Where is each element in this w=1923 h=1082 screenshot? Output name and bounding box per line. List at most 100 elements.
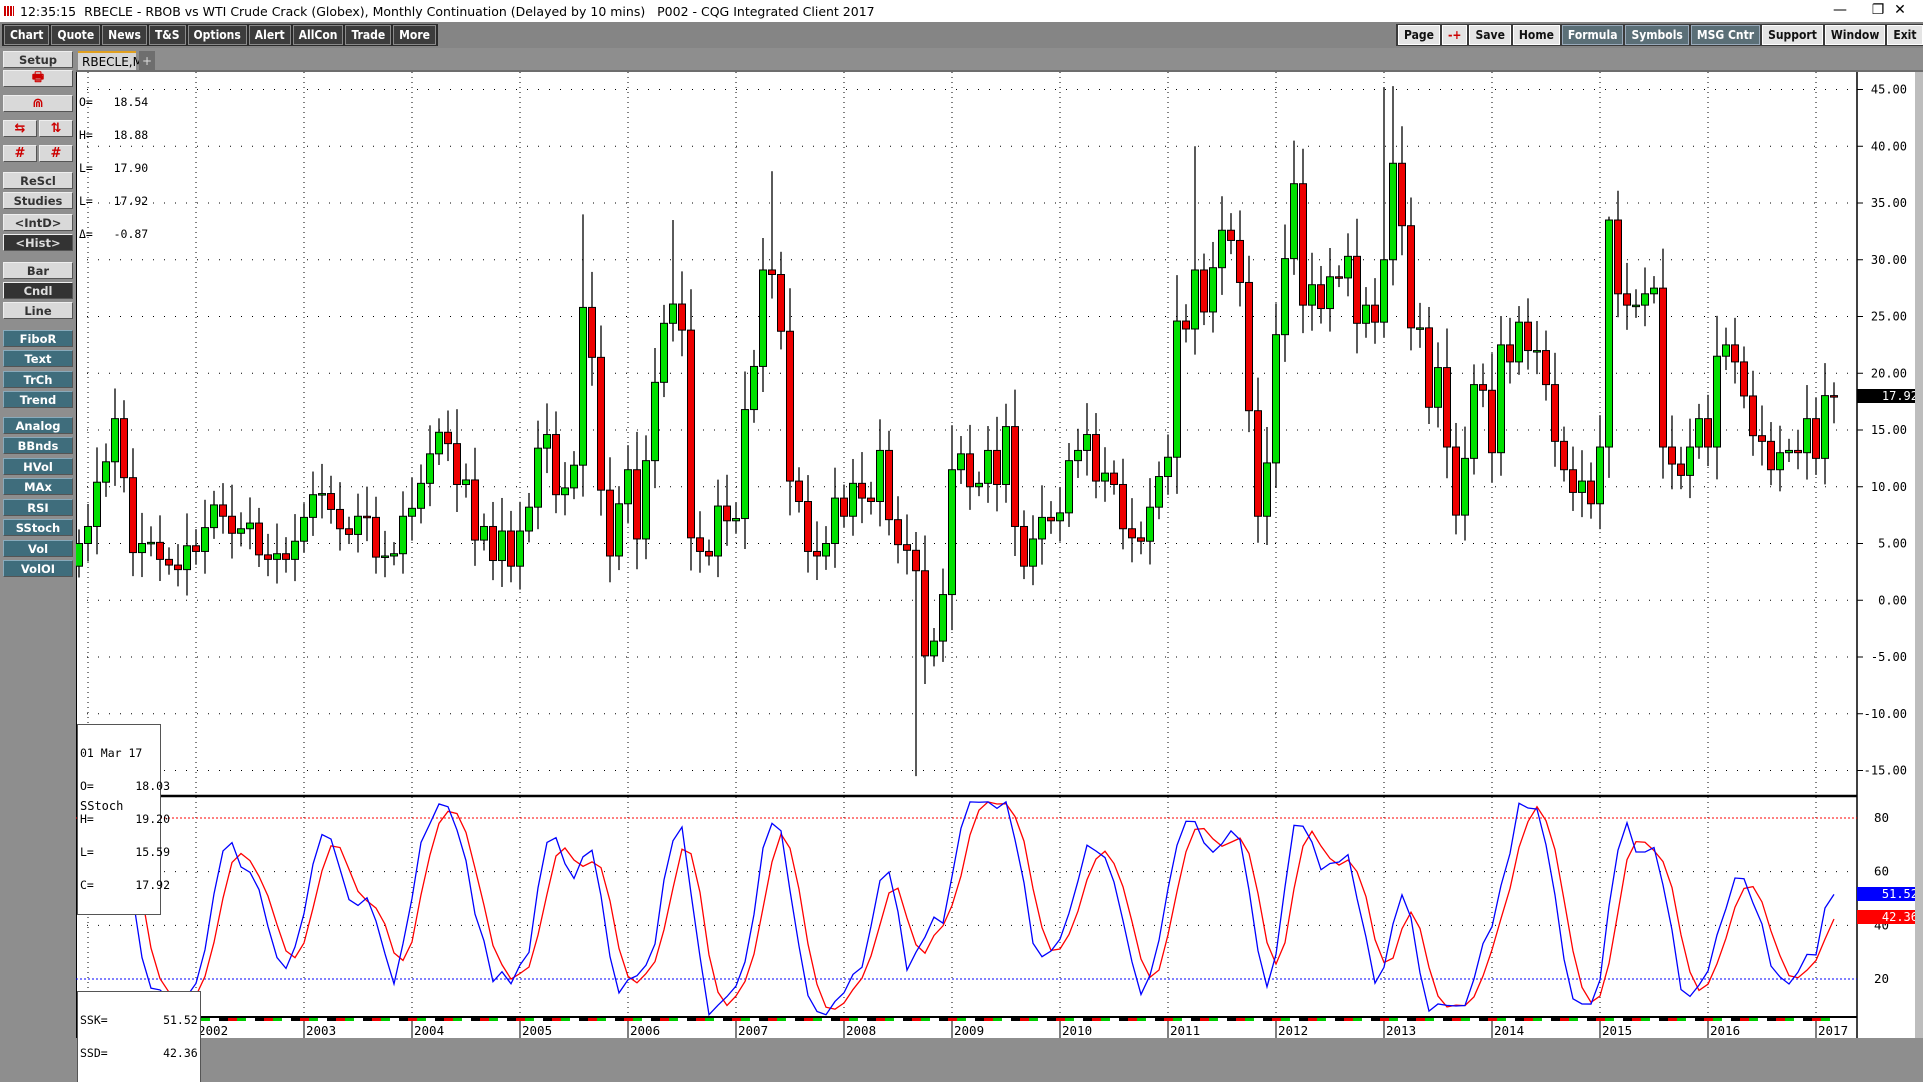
sidebar-cndl-button[interactable]: Cndl xyxy=(3,282,73,299)
vertical-scrollbar[interactable] xyxy=(1915,72,1923,1038)
candle-body xyxy=(1092,434,1100,482)
toolbar-exit-button[interactable]: Exit xyxy=(1887,25,1923,45)
candle-body xyxy=(1065,460,1073,514)
date-strip-mark xyxy=(1209,1018,1218,1021)
sidebar-vol-button[interactable]: Vol xyxy=(3,540,73,557)
sidebar-hist-button[interactable]: <Hist> xyxy=(3,234,73,251)
sidebar-analog-button[interactable]: Analog xyxy=(3,417,73,434)
sidebar-sstoch-button[interactable]: SStoch xyxy=(3,519,73,536)
sidebar-hvol-button[interactable]: HVol xyxy=(3,458,73,475)
add-tab-button[interactable]: + xyxy=(139,51,155,70)
candle-body xyxy=(327,493,335,510)
sidebar-intd-button[interactable]: <IntD> xyxy=(3,214,73,231)
close-button[interactable]: ✕ xyxy=(1880,0,1920,20)
sidebar-setup-button[interactable]: Setup xyxy=(3,51,73,68)
tab-rbecle-m[interactable]: RBECLE,M xyxy=(78,51,143,70)
toolbar-alert-button[interactable]: Alert xyxy=(248,25,291,45)
candle-body xyxy=(570,464,578,489)
date-strip-mark xyxy=(381,1018,390,1021)
candle-body xyxy=(219,504,227,517)
sidebar-text-button[interactable]: Text xyxy=(3,350,73,367)
candle-body xyxy=(183,545,191,571)
candle-body xyxy=(1191,269,1199,330)
hash-blue-icon[interactable]: # xyxy=(3,145,37,162)
toolbar-msgcntr-button[interactable]: MSG Cntr xyxy=(1690,25,1761,45)
date-strip-mark xyxy=(894,1018,903,1021)
candle-body xyxy=(1596,446,1604,505)
toolbar-window-button[interactable]: Window xyxy=(1824,25,1886,45)
sidebar-rsi-button[interactable]: RSI xyxy=(3,499,73,516)
sidebar-trch-button[interactable]: TrCh xyxy=(3,371,73,388)
toolbar-save-button[interactable]: Save xyxy=(1469,25,1511,45)
date-strip-mark xyxy=(786,1018,795,1021)
toolbar-quote-button[interactable]: Quote xyxy=(51,25,101,45)
candle-body xyxy=(408,507,416,517)
date-strip-mark xyxy=(1479,1018,1488,1021)
candle-body xyxy=(1506,344,1514,363)
candle-body xyxy=(1254,410,1262,517)
date-strip-mark xyxy=(1443,1018,1452,1021)
candle-body xyxy=(273,553,281,560)
date-strip-mark xyxy=(1578,1018,1587,1021)
toolbar-options-button[interactable]: Options xyxy=(187,25,247,45)
sidebar-max-button[interactable]: MAx xyxy=(3,478,73,495)
sidebar-line-button[interactable]: Line xyxy=(3,302,73,319)
sidebar-voloi-button[interactable]: VolOI xyxy=(3,560,73,577)
candle-body xyxy=(993,449,1001,485)
toolbar-symbols-button[interactable]: Symbols xyxy=(1625,25,1689,45)
date-strip-mark xyxy=(1317,1018,1326,1021)
date-strip-mark xyxy=(273,1018,282,1021)
toolbar-formula-button[interactable]: Formula xyxy=(1561,25,1624,45)
candle-body xyxy=(489,525,497,562)
toolbar-more-button[interactable]: More xyxy=(393,25,436,45)
sidebar-fibor-button[interactable]: FiboR xyxy=(3,330,73,347)
candle-body xyxy=(1011,426,1019,527)
price-tick-label: 20.00 xyxy=(1871,366,1907,380)
candle-body xyxy=(831,497,839,545)
magnet-icon[interactable]: ⋒ xyxy=(3,95,73,112)
candle-body xyxy=(354,515,362,535)
sidebar-trend-button[interactable]: Trend xyxy=(3,391,73,408)
candle-body xyxy=(1371,304,1379,323)
toolbar-news-button[interactable]: News xyxy=(102,25,147,45)
chart-area[interactable]: 45.00 40.00 35.00 30.00 25.00 20.00 15.00 10.00… xyxy=(75,72,1923,1082)
date-strip-mark xyxy=(255,1018,264,1021)
date-strip-mark xyxy=(210,1018,219,1021)
toolbar-trade-button[interactable]: Trade xyxy=(345,25,392,45)
date-strip-mark xyxy=(768,1018,777,1021)
toolbar-allcon-button[interactable]: AllCon xyxy=(292,25,344,45)
toolbar-chart-button[interactable]: Chart xyxy=(4,25,50,45)
toolbar-btn1-button[interactable]: -+ xyxy=(1441,25,1468,45)
date-strip-mark xyxy=(1371,1018,1380,1021)
toolbar-page-button[interactable]: Page xyxy=(1398,25,1440,45)
candle-body xyxy=(1695,418,1703,448)
last-bar-info: 01 Mar 17 O= 18.03 H= 19.20 L= 15.59 C= … xyxy=(77,724,170,915)
toolbar-home-button[interactable]: Home xyxy=(1512,25,1560,45)
candle-body xyxy=(1524,321,1532,352)
candle-body xyxy=(705,550,713,557)
sidebar-bar-button[interactable]: Bar xyxy=(3,262,73,279)
toolbar-ts-button[interactable]: T&S xyxy=(148,25,186,45)
toolbar-support-button[interactable]: Support xyxy=(1762,25,1823,45)
minimize-button[interactable]: — xyxy=(1820,0,1860,20)
date-strip-mark xyxy=(687,1018,696,1021)
swap-horizontal-icon[interactable]: ⇆ xyxy=(3,120,37,137)
candle-body xyxy=(552,434,560,496)
sidebar-rescl-button[interactable]: ReScl xyxy=(3,172,73,189)
candle-body xyxy=(1281,258,1289,336)
candle-body xyxy=(966,453,974,488)
date-strip-mark xyxy=(1290,1018,1299,1021)
candle-body xyxy=(1488,389,1496,454)
date-strip-mark xyxy=(1515,1018,1524,1021)
printer-icon[interactable]: 🖶 xyxy=(3,70,73,87)
swap-vertical-icon[interactable]: ⇅ xyxy=(39,120,73,137)
sidebar-studies-button[interactable]: Studies xyxy=(3,192,73,209)
chart-svg[interactable]: 45.00 40.00 35.00 30.00 25.00 20.00 15.00 10.00… xyxy=(75,72,1923,1038)
date-strip-mark xyxy=(660,1018,669,1021)
date-strip-mark xyxy=(957,1018,966,1021)
date-strip-mark xyxy=(1353,1018,1362,1021)
candle-body xyxy=(822,543,830,557)
hash-vertical-icon[interactable]: # xyxy=(39,145,73,162)
sidebar-bbnds-button[interactable]: BBnds xyxy=(3,437,73,454)
date-strip-mark xyxy=(678,1018,687,1021)
